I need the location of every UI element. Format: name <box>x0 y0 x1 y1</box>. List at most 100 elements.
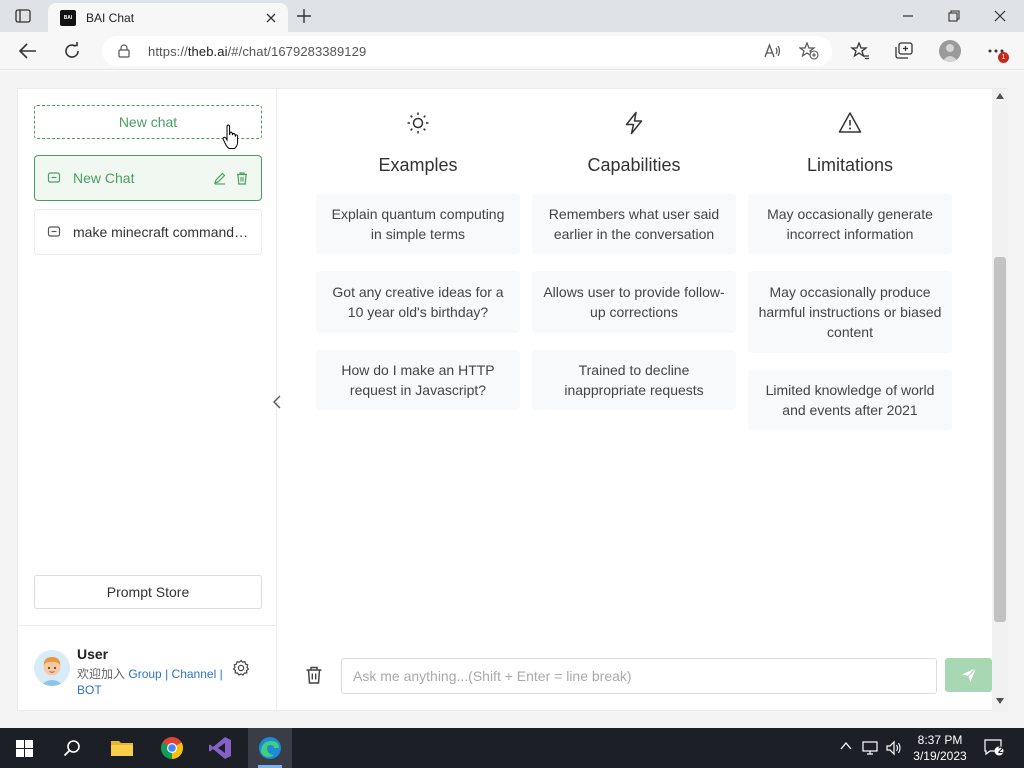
main-panel: Examples Explain quantum computing in si… <box>278 89 992 712</box>
edge-icon <box>259 737 281 759</box>
chat-bubble-icon <box>47 172 61 183</box>
chat-title: make minecraft command ... <box>73 224 249 240</box>
user-avatar-icon <box>34 650 70 686</box>
tab-actions-button[interactable] <box>12 7 34 25</box>
group-link[interactable]: Group <box>128 667 161 681</box>
tab-actions-icon <box>15 9 31 23</box>
link-separator: | <box>219 667 223 681</box>
network-icon[interactable] <box>862 740 880 756</box>
community-links: 欢迎加入 Group | Channel | BOT <box>77 666 237 698</box>
windows-taskbar: 8:37 PM 3/19/2023 2 <box>0 728 1024 768</box>
browser-tab[interactable]: BAI BAI Chat <box>48 3 288 32</box>
lightning-icon <box>625 111 643 135</box>
limitation-card: Limited knowledge of world and events af… <box>748 370 952 430</box>
start-button[interactable] <box>10 734 38 762</box>
prompt-store-button[interactable]: Prompt Store <box>34 575 262 609</box>
user-panel: User 欢迎加入 Group | Channel | BOT <box>18 625 277 712</box>
chat-bubble-icon <box>47 226 61 237</box>
bai-favicon-icon: BAI <box>60 9 76 26</box>
tab-title: BAI Chat <box>86 10 135 25</box>
link-separator: | <box>165 667 169 681</box>
edit-icon[interactable] <box>213 171 227 185</box>
collections-icon <box>895 42 913 59</box>
notification-count: 2 <box>997 745 1003 755</box>
channel-link[interactable]: Channel <box>172 667 217 681</box>
column-title: Examples <box>378 155 458 175</box>
clock-time: 8:37 PM <box>917 733 963 747</box>
refresh-icon <box>65 42 79 58</box>
column-title: Capabilities <box>587 155 681 175</box>
url-text: https://theb.ai/#/chat/1679283389129 <box>148 44 367 59</box>
volume-icon[interactable] <box>886 740 902 756</box>
profile-avatar[interactable] <box>939 40 961 62</box>
plus-icon <box>297 9 311 23</box>
scroll-down-arrow-icon[interactable] <box>996 698 1004 704</box>
notification-center-button[interactable]: 2 <box>984 738 1004 756</box>
trash-icon[interactable] <box>235 171 249 185</box>
restore-button[interactable] <box>943 6 965 26</box>
scrollbar-thumb[interactable] <box>994 257 1006 622</box>
favorites-button[interactable] <box>848 40 872 62</box>
chat-title: New Chat <box>73 170 135 186</box>
back-button[interactable] <box>16 40 40 62</box>
collections-button[interactable] <box>892 40 916 62</box>
example-card[interactable]: Explain quantum computing in simple term… <box>316 194 520 254</box>
taskbar-search-button[interactable] <box>58 734 86 762</box>
arrow-left-icon <box>19 43 36 59</box>
example-card[interactable]: How do I make an HTTP request in Javascr… <box>316 350 520 410</box>
sun-icon <box>407 112 429 134</box>
limitation-card: May occasionally generate incorrect info… <box>748 194 952 254</box>
favorites-icon <box>850 42 869 60</box>
windows-logo-icon <box>15 739 33 757</box>
page: New chat New Chat make minecraft command… <box>0 71 1024 728</box>
capability-card: Remembers what user said earlier in the … <box>532 194 736 254</box>
lock-icon <box>118 44 130 58</box>
restore-icon <box>948 10 960 22</box>
gear-icon[interactable] <box>232 659 250 677</box>
star-plus-icon <box>799 42 819 60</box>
send-icon <box>961 667 976 682</box>
new-tab-button[interactable] <box>294 6 314 26</box>
system-clock[interactable]: 8:37 PM 3/19/2023 <box>905 732 975 764</box>
chat-app: New chat New Chat make minecraft command… <box>17 88 1008 712</box>
chat-list-item[interactable]: New Chat <box>34 155 262 201</box>
read-aloud-button[interactable] <box>761 40 785 62</box>
minimize-icon <box>903 15 913 17</box>
refresh-button[interactable] <box>60 40 84 62</box>
address-bar[interactable]: https://theb.ai/#/chat/1679283389129 <box>102 36 832 66</box>
add-favorite-button[interactable] <box>797 40 821 62</box>
bot-link[interactable]: BOT <box>77 683 102 697</box>
edge-button[interactable] <box>256 734 284 762</box>
visual-studio-icon <box>209 737 231 759</box>
message-input[interactable] <box>341 658 937 694</box>
chevron-up-icon[interactable] <box>840 742 852 750</box>
warning-triangle-icon <box>838 112 862 133</box>
send-button[interactable] <box>945 658 992 692</box>
column-title: Limitations <box>806 155 894 175</box>
capability-card: Allows user to provide follow-up correct… <box>532 271 736 333</box>
clock-date: 3/19/2023 <box>913 749 967 763</box>
chat-list-item[interactable]: make minecraft command ... <box>34 209 262 255</box>
limitation-card: May occasionally produce harmful instruc… <box>748 271 952 353</box>
page-scrollbar[interactable] <box>992 89 1008 712</box>
user-avatar <box>34 650 70 686</box>
example-card[interactable]: Got any creative ideas for a 10 year old… <box>316 271 520 333</box>
hand-pointer-cursor-icon <box>222 124 239 149</box>
join-text: 欢迎加入 <box>77 667 126 681</box>
capability-card: Trained to decline inappropriate request… <box>532 350 736 410</box>
tab-close-button[interactable] <box>262 9 280 27</box>
browser-tab-strip: BAI BAI Chat <box>0 0 1024 32</box>
chrome-icon <box>161 737 183 759</box>
person-icon <box>942 44 958 62</box>
folder-icon <box>111 741 133 756</box>
search-icon <box>63 740 80 757</box>
sidebar: New chat New Chat make minecraft command… <box>18 89 277 712</box>
scroll-up-arrow-icon[interactable] <box>996 93 1004 99</box>
read-aloud-icon <box>764 43 781 58</box>
chrome-button[interactable] <box>158 734 186 762</box>
minimize-button[interactable] <box>897 6 919 26</box>
clear-chat-trash-icon[interactable] <box>304 665 324 685</box>
visual-studio-button[interactable] <box>206 734 234 762</box>
file-explorer-button[interactable] <box>108 734 136 762</box>
close-window-button[interactable] <box>989 6 1011 26</box>
